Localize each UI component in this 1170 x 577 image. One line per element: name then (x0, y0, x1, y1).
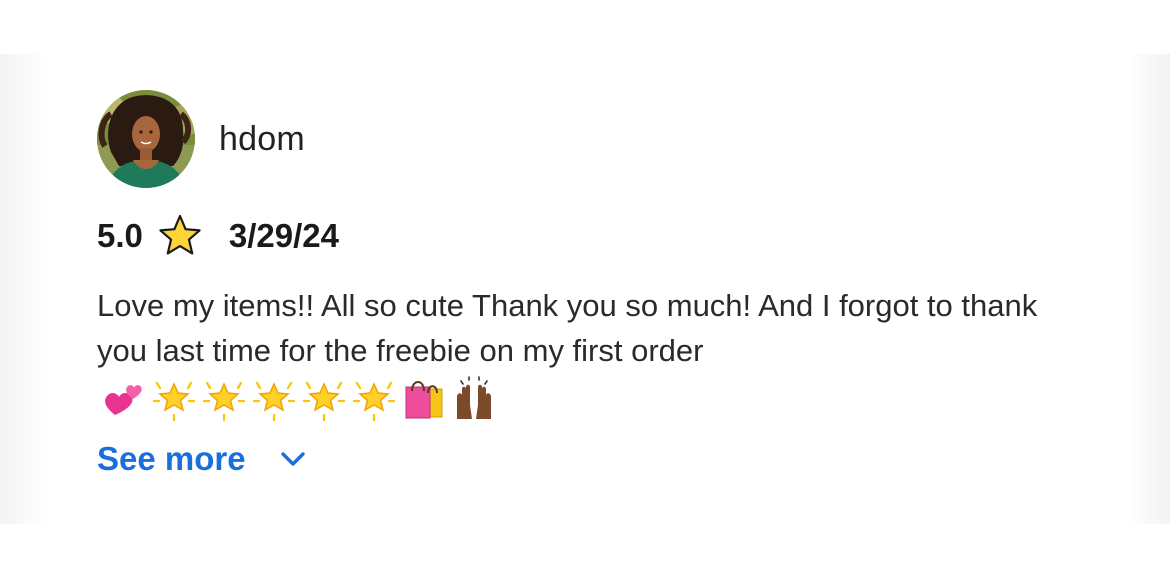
review-body: Love my items!! All so cute Thank you so… (97, 283, 1087, 421)
glowing-star-icon (252, 381, 296, 421)
review-text: Love my items!! All so cute Thank you so… (97, 288, 1038, 368)
chevron-down-icon (280, 452, 305, 466)
raising-hands-icon (457, 376, 491, 419)
emoji-row (101, 375, 497, 421)
star-icon (159, 214, 201, 255)
glowing-star-icon (302, 381, 346, 421)
shopping-bags-icon (405, 380, 443, 419)
glowing-star-icon (352, 381, 396, 421)
see-more-label: See more (97, 440, 246, 477)
rating-row: 5.0 3/29/24 (97, 214, 339, 258)
glowing-star-icon (152, 381, 196, 421)
rating-value: 5.0 (97, 217, 143, 254)
avatar[interactable] (97, 90, 195, 188)
see-more-button[interactable]: See more (97, 440, 308, 478)
glowing-star-icon (202, 381, 246, 421)
avatar-image (97, 90, 195, 188)
review-header: hdom (97, 90, 305, 188)
review-date: 3/29/24 (228, 217, 339, 254)
review-card: hdom 5.0 3/29/24 Love my items!! All so … (50, 54, 1132, 524)
two-hearts-icon (105, 384, 142, 415)
username[interactable]: hdom (219, 120, 305, 159)
